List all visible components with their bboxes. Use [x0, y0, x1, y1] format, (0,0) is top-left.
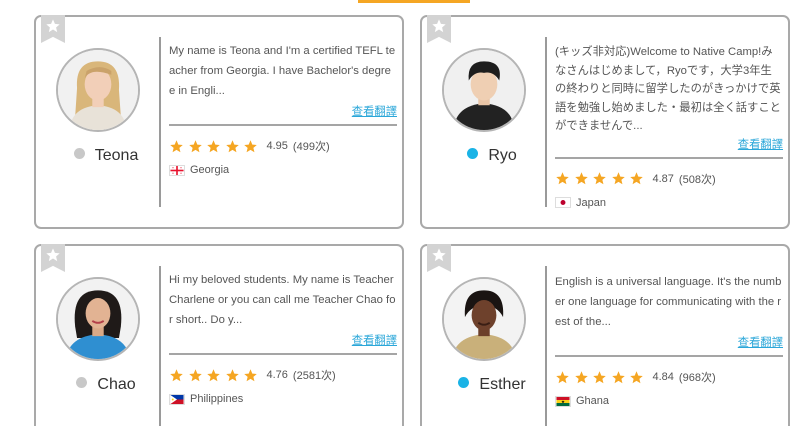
card-divider	[545, 37, 547, 207]
star-icon	[170, 368, 183, 381]
review-count: (968次)	[678, 372, 716, 384]
rating-row: 4.87 (508次)	[555, 171, 783, 187]
star-icon	[244, 368, 257, 381]
teacher-country: Japan	[576, 196, 606, 209]
rating-value: 4.95	[266, 140, 288, 152]
rating-stars	[169, 368, 262, 383]
teacher-intro: Hi my beloved students. My name is Teach…	[169, 274, 396, 326]
teacher-card-ryo[interactable]: Ryo (キッズ非対応)Welcome to Native Camp!みなさんは…	[420, 15, 790, 229]
rating-value: 4.84	[652, 371, 674, 383]
teacher-name[interactable]: Esther	[479, 376, 525, 393]
country-row: Georgia	[169, 164, 397, 176]
translate-link[interactable]: 查看翻譯	[169, 332, 397, 348]
star-icon	[244, 139, 257, 152]
rating-row: 4.84 (968次)	[555, 369, 783, 385]
bookmark-star-icon[interactable]	[427, 244, 451, 272]
star-icon	[225, 368, 239, 381]
teacher-details: (キッズ非対応)Welcome to Native Camp!みなさんはじめまし…	[555, 43, 783, 209]
rating-stars	[555, 370, 648, 385]
philippines-flag-icon	[169, 393, 185, 405]
ghana-flag-icon	[555, 395, 571, 407]
teacher-name[interactable]: Chao	[97, 376, 135, 393]
teacher-card-esther[interactable]: Esther English is a universal language. …	[420, 244, 790, 426]
teacher-name-row: Chao	[36, 374, 176, 394]
star-icon	[170, 139, 183, 152]
star-icon	[611, 370, 625, 383]
teacher-country: Ghana	[576, 395, 610, 407]
teacher-details: English is a universal language. It's th…	[555, 272, 783, 407]
teacher-intro: My name is Teona and I'm a certified TEF…	[169, 45, 396, 97]
status-offline-icon	[73, 148, 85, 159]
translate-link[interactable]: 查看翻譯	[169, 103, 397, 119]
card-divider	[545, 266, 547, 426]
teacher-intro: English is a universal language. It's th…	[555, 276, 782, 328]
rating-row: 4.95 (499次)	[169, 138, 397, 154]
star-icon	[225, 139, 239, 152]
star-icon	[593, 370, 606, 383]
teacher-name-row: Ryo	[422, 145, 562, 165]
teacher-details: My name is Teona and I'm a certified TEF…	[169, 41, 397, 176]
star-icon	[593, 172, 606, 185]
rating-value: 4.76	[266, 369, 288, 381]
bookmark-star-icon[interactable]	[41, 15, 65, 43]
star-icon	[207, 139, 220, 152]
star-icon	[574, 370, 588, 383]
translate-link[interactable]: 查看翻譯	[555, 334, 783, 350]
details-divider	[169, 124, 397, 126]
rating-stars	[169, 139, 262, 154]
rating-value: 4.87	[652, 172, 674, 185]
card-divider	[159, 266, 161, 426]
bookmark-star-icon[interactable]	[427, 15, 451, 43]
review-count: (499次)	[292, 141, 330, 153]
star-icon	[574, 172, 588, 185]
teacher-country: Georgia	[190, 164, 230, 176]
star-icon	[630, 172, 643, 185]
teacher-intro: (キッズ非対応)Welcome to Native Camp!みなさんはじめまし…	[555, 46, 781, 132]
teacher-card-teona[interactable]: Teona My name is Teona and I'm a certifi…	[34, 15, 404, 229]
details-divider	[169, 353, 397, 355]
bookmark-star-icon[interactable]	[41, 244, 65, 272]
teacher-avatar[interactable]	[56, 277, 140, 361]
teacher-details: Hi my beloved students. My name is Teach…	[169, 270, 397, 405]
card-divider	[159, 37, 161, 207]
star-icon	[630, 370, 643, 383]
teacher-name[interactable]: Teona	[95, 147, 139, 164]
star-icon	[556, 370, 569, 383]
details-divider	[555, 156, 783, 159]
georgia-flag-icon	[169, 164, 185, 176]
review-count: (2581次)	[292, 370, 336, 382]
country-row: Japan	[555, 197, 783, 209]
teacher-avatar[interactable]	[442, 277, 526, 361]
details-divider	[555, 355, 783, 357]
star-icon	[611, 172, 625, 185]
rating-row: 4.76 (2581次)	[169, 367, 397, 383]
review-count: (508次)	[678, 173, 716, 186]
status-offline-icon	[76, 377, 88, 388]
status-online-icon	[467, 148, 479, 159]
star-icon	[207, 368, 220, 381]
teacher-avatar[interactable]	[442, 48, 526, 132]
active-tab-indicator	[358, 0, 470, 3]
star-icon	[188, 139, 202, 152]
star-icon	[556, 172, 569, 185]
teacher-name[interactable]: Ryo	[488, 147, 516, 164]
teacher-name-row: Teona	[36, 145, 176, 165]
translate-link[interactable]: 查看翻譯	[555, 136, 783, 152]
star-icon	[188, 368, 202, 381]
country-row: Ghana	[555, 395, 783, 407]
teacher-name-row: Esther	[422, 374, 562, 394]
teacher-avatar[interactable]	[56, 48, 140, 132]
country-row: Philippines	[169, 393, 397, 405]
status-online-icon	[458, 377, 470, 388]
teacher-country: Philippines	[190, 393, 244, 405]
japan-flag-icon	[555, 197, 571, 208]
teacher-card-chao[interactable]: Chao Hi my beloved students. My name is …	[34, 244, 404, 426]
rating-stars	[555, 171, 648, 186]
